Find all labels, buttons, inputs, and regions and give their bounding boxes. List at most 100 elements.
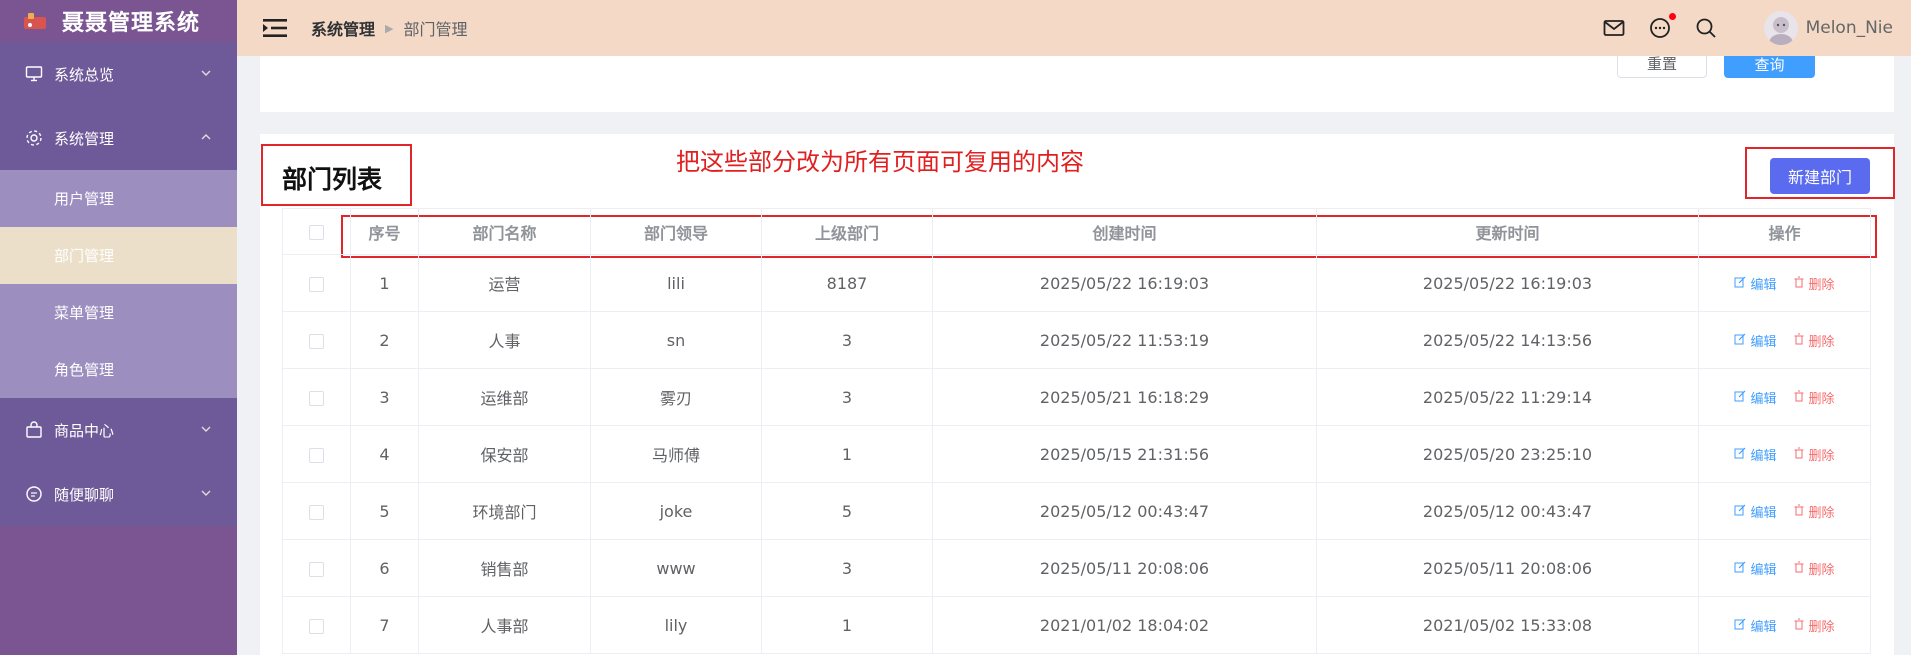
sidebar-group-label: 随便聊聊 (54, 485, 115, 504)
breadcrumb-parent[interactable]: 系统管理 (311, 16, 375, 40)
edit-label: 编辑 (1750, 620, 1777, 636)
mail-icon[interactable] (1602, 16, 1626, 40)
cell-updated: 2021/05/02 15:33:08 (1316, 596, 1699, 654)
chevron-up-icon (201, 134, 211, 140)
edit-button[interactable]: 编辑 (1734, 388, 1777, 407)
delete-button[interactable]: 删除 (1793, 388, 1835, 407)
sidebar-group-chat[interactable]: 随便聊聊 (0, 462, 237, 526)
column-header: 序号 (350, 208, 419, 255)
reset-button[interactable]: 重置 (1617, 56, 1707, 78)
cell-created: 2025/05/15 21:31:56 (932, 425, 1317, 483)
row-select-cell (282, 254, 351, 312)
column-header: 操作 (1698, 208, 1871, 255)
trash-icon (1793, 276, 1809, 292)
sidebar-item-users[interactable]: 用户管理 (0, 170, 237, 227)
edit-button[interactable]: 编辑 (1734, 502, 1777, 521)
edit-label: 编辑 (1750, 563, 1777, 579)
cell-parent: 8187 (761, 254, 933, 312)
row-checkbox[interactable] (309, 447, 324, 463)
edit-icon (1734, 447, 1750, 463)
table-row: 7 人事部 lily 1 2021/01/02 18:04:02 2021/05/02 1… (282, 596, 1871, 654)
notification-dot (1668, 13, 1676, 20)
cell-parent: 1 (761, 596, 933, 654)
menu-toggle-icon[interactable] (263, 18, 287, 38)
edit-button[interactable]: 编辑 (1734, 616, 1777, 636)
sidebar-group-products[interactable]: 商品中心 (0, 398, 237, 462)
cell-no: 4 (350, 425, 419, 483)
delete-label: 删除 (1808, 620, 1835, 636)
cell-name: 运营 (418, 254, 591, 312)
row-select-cell (282, 425, 351, 483)
sidebar-group-overview[interactable]: 系统总览 (0, 42, 237, 106)
query-button[interactable]: 查询 (1724, 56, 1815, 78)
avatar[interactable] (1763, 11, 1798, 45)
cell-name: 人事 (418, 311, 591, 369)
delete-button[interactable]: 删除 (1793, 274, 1835, 293)
search-card: 重置 查询 (260, 56, 1894, 112)
select-all-checkbox[interactable] (309, 225, 324, 240)
delete-label: 删除 (1808, 278, 1835, 294)
edit-button[interactable]: 编辑 (1734, 274, 1777, 294)
header-actions: Melon_Nie (1602, 0, 1893, 56)
cell-updated: 2025/05/20 23:25:10 (1316, 425, 1699, 483)
sidebar-group-label: 商品中心 (54, 421, 115, 440)
delete-button[interactable]: 删除 (1793, 616, 1835, 635)
chevron-down-icon (201, 70, 211, 76)
edit-icon (1734, 561, 1750, 577)
column-header: 创建时间 (932, 208, 1317, 255)
sidebar-item-menus[interactable]: 菜单管理 (0, 284, 237, 341)
delete-label: 删除 (1808, 335, 1835, 351)
edit-label: 编辑 (1750, 335, 1777, 351)
cell-no: 2 (350, 311, 419, 369)
select-all-cell (282, 208, 351, 255)
cell-leader: sn (590, 311, 762, 369)
row-checkbox[interactable] (309, 390, 324, 406)
username[interactable]: Melon_Nie (1806, 18, 1893, 38)
delete-button[interactable]: 删除 (1793, 331, 1835, 350)
row-select-cell (282, 368, 351, 426)
cell-parent: 3 (761, 311, 933, 369)
edit-icon (1734, 504, 1750, 520)
sidebar-group-system[interactable]: 系统管理 (0, 106, 237, 170)
cell-created: 2025/05/12 00:43:47 (932, 482, 1317, 540)
cell-leader: lili (590, 254, 762, 312)
sidebar-group-label: 系统总览 (54, 65, 115, 84)
row-checkbox[interactable] (309, 276, 324, 292)
delete-button[interactable]: 删除 (1793, 445, 1835, 464)
cell-name: 保安部 (418, 425, 591, 483)
cell-actions: 编辑 删除 (1698, 425, 1871, 483)
row-checkbox[interactable] (309, 618, 324, 634)
cell-created: 2025/05/22 16:19:03 (932, 254, 1317, 312)
cell-actions: 编辑 删除 (1698, 311, 1871, 369)
column-header: 更新时间 (1316, 208, 1699, 255)
search-icon[interactable] (1694, 16, 1718, 40)
cell-no: 1 (350, 254, 419, 312)
cell-no: 7 (350, 596, 419, 654)
message-icon[interactable] (1648, 13, 1676, 40)
column-header: 上级部门 (761, 208, 933, 255)
cell-updated: 2025/05/22 11:29:14 (1316, 368, 1699, 426)
cell-created: 2025/05/11 20:08:06 (932, 539, 1317, 597)
edit-label: 编辑 (1750, 278, 1777, 294)
table-row: 5 环境部门 joke 5 2025/05/12 00:43:47 2025/05/12 … (282, 482, 1871, 540)
row-select-cell (282, 539, 351, 597)
edit-icon (1734, 390, 1750, 406)
edit-button[interactable]: 编辑 (1734, 559, 1777, 579)
monitor-icon (24, 64, 44, 84)
sidebar-item-departments[interactable]: 部门管理 (0, 227, 237, 284)
cell-updated: 2025/05/11 20:08:06 (1316, 539, 1699, 597)
cell-no: 6 (350, 539, 419, 597)
department-table: 序号 部门名称 部门领导 上级部门 创建时间 更新时间 操作 1 运营 lili 81… (282, 208, 1871, 654)
row-checkbox[interactable] (309, 333, 324, 349)
sidebar-item-roles[interactable]: 角色管理 (0, 341, 237, 398)
delete-button[interactable]: 删除 (1793, 502, 1835, 521)
edit-icon (1734, 618, 1750, 634)
edit-button[interactable]: 编辑 (1734, 331, 1777, 351)
cell-actions: 编辑 删除 (1698, 254, 1871, 312)
row-checkbox[interactable] (309, 504, 324, 520)
cell-updated: 2025/05/22 16:19:03 (1316, 254, 1699, 312)
reset-label: 重置 (1646, 56, 1677, 73)
delete-button[interactable]: 删除 (1793, 559, 1835, 578)
edit-button[interactable]: 编辑 (1734, 445, 1777, 464)
row-checkbox[interactable] (309, 561, 324, 577)
